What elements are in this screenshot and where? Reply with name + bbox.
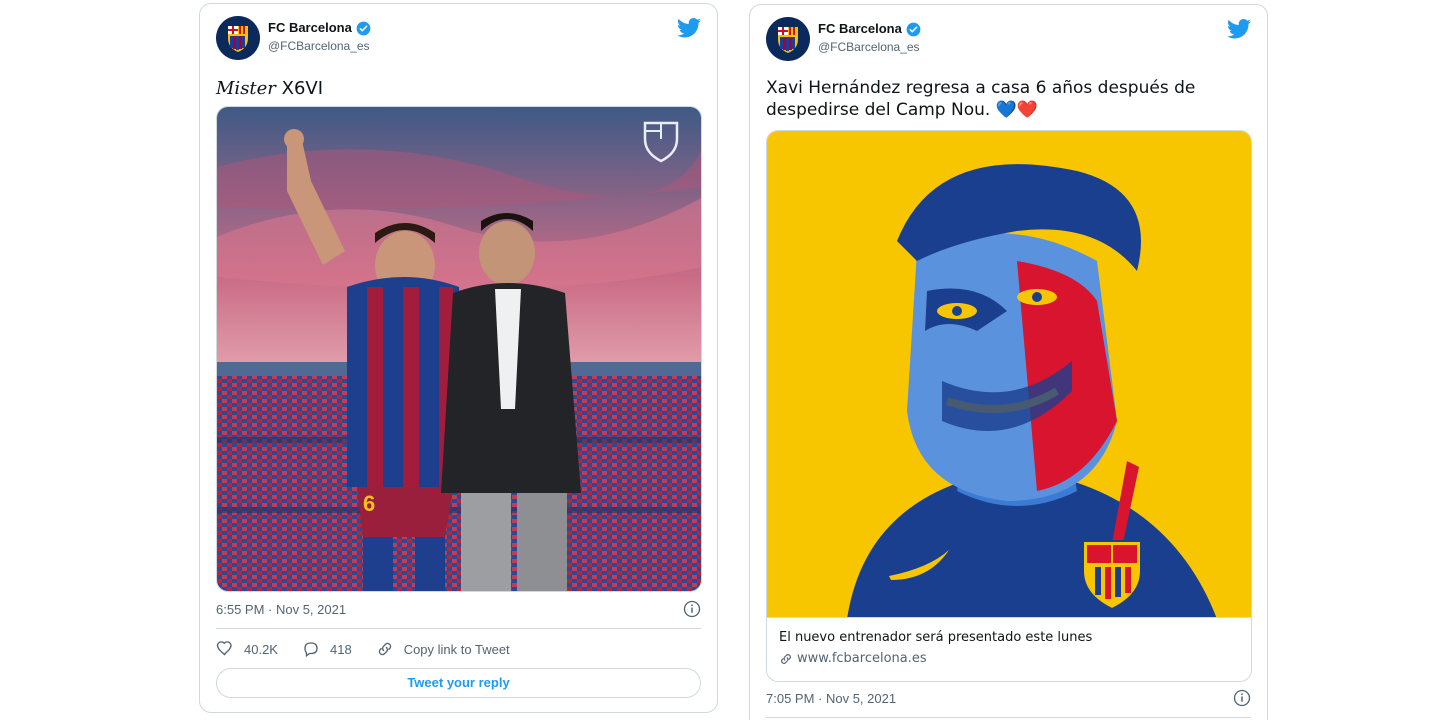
photo-illustration: 6 [217, 107, 701, 591]
link-card[interactable]: El nuevo entrenador será presentado este… [766, 130, 1252, 682]
tweet-header: FC Barcelona @FCBarcelona_es [216, 16, 701, 64]
link-card-footer[interactable]: El nuevo entrenador será presentado este… [767, 617, 1251, 681]
link-icon [378, 642, 391, 656]
link-icon [781, 653, 791, 664]
info-icon[interactable] [683, 600, 701, 618]
like-count: 40.2K [244, 641, 278, 657]
tweet-your-reply-button[interactable]: Tweet your reply [216, 668, 701, 698]
tweet-text-italic: Mister [216, 78, 276, 99]
tweet-card-2[interactable]: FC Barcelona @FCBarcelona_es Xavi Hernán… [749, 4, 1268, 720]
fcb-crest-icon [216, 16, 260, 60]
tweet-timestamp[interactable]: 7:05 PM · Nov 5, 2021 [766, 691, 896, 706]
verified-icon [356, 21, 371, 35]
reply-icon [304, 642, 318, 658]
reply-button[interactable]: 418 [302, 640, 352, 658]
heart-icon [216, 641, 232, 656]
verified-icon [906, 22, 921, 36]
tweet-actions: 40.2K 418 Copy link to Tweet [216, 638, 534, 660]
display-name[interactable]: FC Barcelona [268, 20, 352, 36]
tweet-header: FC Barcelona @FCBarcelona_es [766, 17, 1251, 65]
tweet-image-xavi-camp-nou[interactable]: 6 [216, 106, 702, 592]
link-card-title: El nuevo entrenador será presentado este… [779, 630, 1093, 645]
tweet-text-line-2: despedirse del Camp Nou. [766, 100, 991, 120]
avatar[interactable] [766, 17, 810, 61]
twitter-bird-icon[interactable] [1227, 19, 1251, 39]
tweet-text: Mister X6VI [216, 78, 701, 100]
user-handle[interactable]: @FCBarcelona_es [818, 39, 921, 55]
link-card-domain: www.fcbarcelona.es [797, 651, 927, 666]
tweet-text: Xavi Hernández regresa a casa 6 años des… [766, 77, 1251, 121]
avatar[interactable] [216, 16, 260, 60]
copy-link-label: Copy link to Tweet [403, 641, 510, 657]
fcb-crest-icon [766, 17, 810, 61]
tweet-text-line-1: Xavi Hernández regresa a casa 6 años des… [766, 78, 1196, 98]
reply-count: 418 [329, 641, 352, 657]
tweet-text-rest: X6VI [275, 78, 324, 99]
user-handle[interactable]: @FCBarcelona_es [268, 38, 371, 54]
twitter-bird-icon[interactable] [677, 18, 701, 38]
divider [766, 717, 1251, 718]
copy-link-button[interactable]: Copy link to Tweet [376, 640, 510, 658]
tweet-timestamp[interactable]: 6:55 PM · Nov 5, 2021 [216, 602, 346, 617]
svg-text:6: 6 [363, 491, 375, 516]
tweet-card-1[interactable]: FC Barcelona @FCBarcelona_es Mister X6VI [199, 3, 718, 713]
divider [216, 628, 701, 629]
heart-emojis: 💙❤️ [995, 100, 1039, 120]
info-icon[interactable] [1233, 689, 1251, 707]
xavi-poster-illustration [767, 131, 1251, 619]
like-button[interactable]: 40.2K [216, 640, 278, 658]
display-name[interactable]: FC Barcelona [818, 21, 902, 37]
